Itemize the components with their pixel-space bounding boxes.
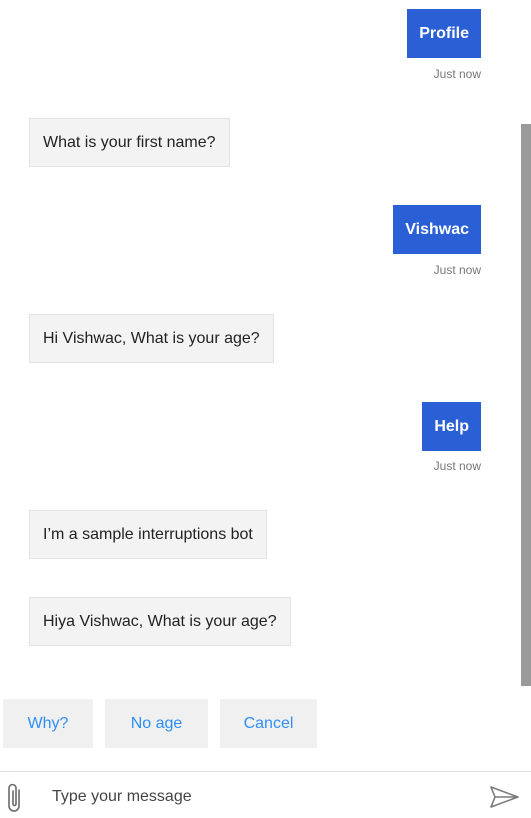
- composer: [0, 771, 531, 818]
- send-icon[interactable]: [489, 784, 521, 810]
- suggested-action-no-age[interactable]: No age: [105, 699, 208, 748]
- paperclip-icon[interactable]: [4, 782, 26, 814]
- suggested-action-why[interactable]: Why?: [3, 699, 93, 748]
- bot-message: Hi Vishwac, What is your age?: [29, 314, 274, 363]
- message-timestamp: Just now: [433, 67, 481, 81]
- message-timestamp: Just now: [433, 263, 481, 277]
- bot-message: I’m a sample interruptions bot: [29, 510, 267, 559]
- transcript-scrollbar[interactable]: [521, 124, 531, 686]
- bot-message: Hiya Vishwac, What is your age?: [29, 597, 291, 646]
- user-message: Help: [422, 402, 481, 451]
- message-input[interactable]: [52, 784, 472, 810]
- bot-message: What is your first name?: [29, 118, 230, 167]
- user-message: Profile: [407, 9, 481, 58]
- message-timestamp: Just now: [433, 459, 481, 473]
- user-message: Vishwac: [393, 205, 481, 254]
- transcript[interactable]: Profile Just now What is your first name…: [0, 0, 531, 690]
- suggested-action-cancel[interactable]: Cancel: [220, 699, 317, 748]
- webchat: Profile Just now What is your first name…: [0, 0, 531, 818]
